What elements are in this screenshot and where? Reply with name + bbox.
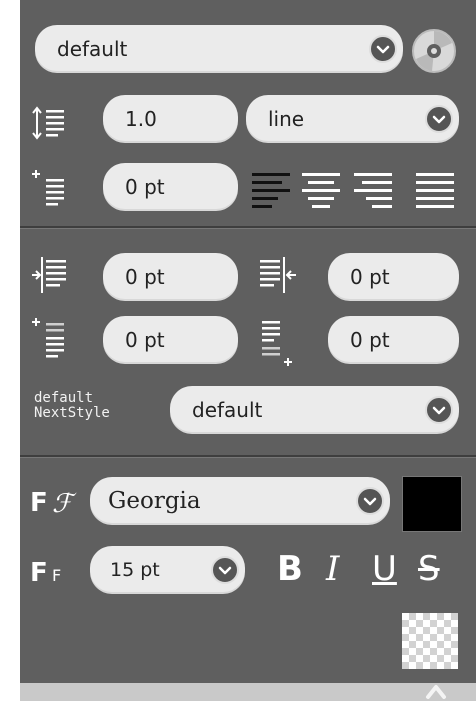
style-disk-icon[interactable] xyxy=(410,27,458,75)
chevron-down-icon[interactable] xyxy=(425,105,453,133)
align-right-icon[interactable] xyxy=(352,170,394,212)
line-height-unit-value: line xyxy=(268,107,305,131)
style-select[interactable]: default xyxy=(35,25,403,73)
space-before-icon xyxy=(32,167,68,207)
para-space-after-input[interactable]: 0 pt xyxy=(328,316,459,364)
para-space-after-value: 0 pt xyxy=(350,328,390,352)
underline-button[interactable]: U xyxy=(372,552,397,586)
chevron-down-icon[interactable] xyxy=(369,35,397,63)
align-left-icon[interactable] xyxy=(250,170,292,212)
line-height-icon xyxy=(32,105,68,141)
svg-text:ℱ: ℱ xyxy=(52,489,77,519)
para-space-before-value: 0 pt xyxy=(125,328,165,352)
italic-button[interactable]: I xyxy=(326,552,339,586)
next-style-label: default NextStyle xyxy=(34,391,110,421)
para-space-before-input[interactable]: 0 pt xyxy=(103,316,238,364)
indent-right-input[interactable]: 0 pt xyxy=(328,253,459,301)
indent-right-value: 0 pt xyxy=(350,265,390,289)
next-style-label-line2: NextStyle xyxy=(34,405,110,421)
align-center-icon[interactable] xyxy=(300,170,342,212)
indent-left-input[interactable]: 0 pt xyxy=(103,253,238,301)
font-family-select[interactable]: Georgia xyxy=(90,477,390,525)
font-color-swatch[interactable] xyxy=(402,476,462,532)
section-divider xyxy=(20,455,476,458)
font-size-icon: F F xyxy=(30,553,86,593)
style-select-value: default xyxy=(57,37,128,61)
svg-text:F: F xyxy=(30,558,48,588)
next-style-select[interactable]: default xyxy=(170,386,459,434)
background-color-swatch[interactable] xyxy=(402,613,458,669)
font-family-icon: F ℱ xyxy=(30,482,86,522)
indent-right-icon xyxy=(258,255,324,295)
space-before-value: 0 pt xyxy=(125,175,165,199)
next-style-value: default xyxy=(192,398,263,422)
font-size-select[interactable]: 15 pt xyxy=(90,546,245,594)
chevron-down-icon[interactable] xyxy=(356,487,384,515)
line-height-input[interactable]: 1.0 xyxy=(103,95,238,143)
strikethrough-button[interactable]: S xyxy=(418,552,440,586)
align-justify-icon[interactable] xyxy=(414,170,456,212)
section-divider xyxy=(20,226,476,229)
chevron-down-icon[interactable] xyxy=(425,396,453,424)
indent-left-icon xyxy=(30,255,70,295)
bottom-scroll-bar[interactable] xyxy=(20,683,476,701)
space-before-input[interactable]: 0 pt xyxy=(103,163,238,211)
line-height-value: 1.0 xyxy=(125,107,157,131)
indent-left-value: 0 pt xyxy=(125,265,165,289)
next-style-label-line1: default xyxy=(34,390,94,406)
bold-button[interactable]: B xyxy=(277,552,303,586)
svg-text:F: F xyxy=(52,566,61,585)
para-after-icon xyxy=(260,318,312,366)
font-size-value: 15 pt xyxy=(110,559,160,581)
font-family-value: Georgia xyxy=(108,488,201,514)
chevron-down-icon[interactable] xyxy=(211,556,239,584)
scroll-up-icon[interactable] xyxy=(424,681,448,701)
para-before-icon xyxy=(32,315,68,359)
line-height-unit-select[interactable]: line xyxy=(246,95,459,143)
svg-text:F: F xyxy=(30,488,48,518)
